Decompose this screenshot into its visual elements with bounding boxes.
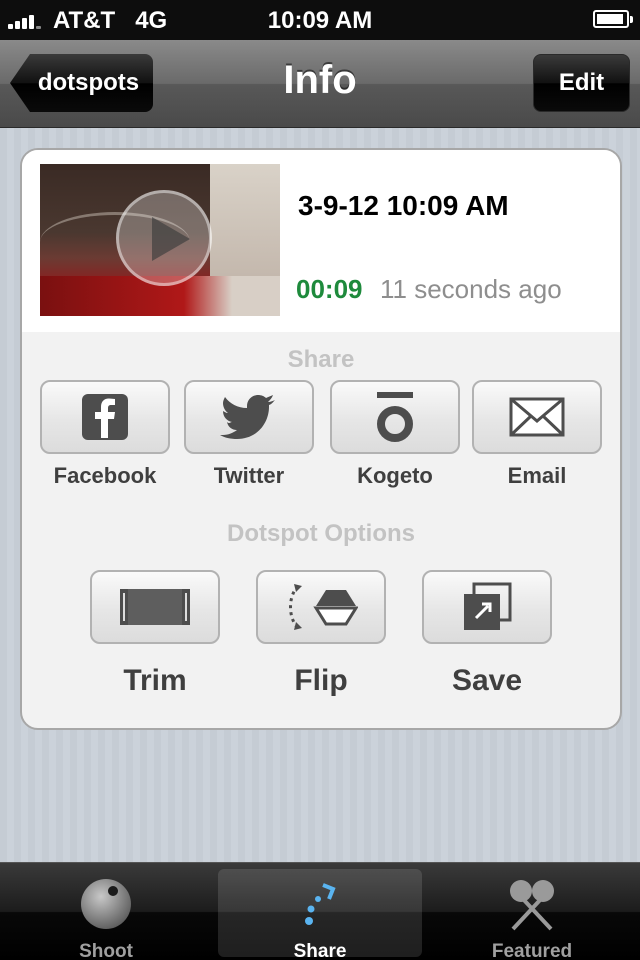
trim-label: Trim xyxy=(123,664,187,697)
shoot-camera-icon xyxy=(81,879,131,929)
twitter-button[interactable] xyxy=(184,380,314,454)
tab-bar: Shoot Share Featured xyxy=(0,862,640,960)
email-label: Email xyxy=(507,463,567,488)
save-button[interactable] xyxy=(422,570,552,644)
tab-shoot-label: Shoot xyxy=(79,941,133,960)
clip-relative-time: 11 seconds ago xyxy=(380,274,562,304)
play-icon[interactable] xyxy=(116,190,212,286)
tab-share[interactable]: Share xyxy=(218,869,422,960)
tab-featured-label: Featured xyxy=(491,941,573,960)
film-trim-icon xyxy=(120,589,190,625)
share-dots-icon xyxy=(305,883,336,925)
clip-summary: 3-9-12 10:09 AM 00:09 11 seconds ago xyxy=(22,150,620,332)
facebook-icon xyxy=(82,394,128,440)
flip-button[interactable] xyxy=(256,570,386,644)
facebook-label: Facebook xyxy=(53,463,157,488)
navigation-bar: dotspots Info Edit xyxy=(0,40,640,128)
video-thumbnail[interactable] xyxy=(40,164,280,316)
dotspot-options-label: Dotspot Options xyxy=(227,520,415,547)
clip-duration: 00:09 xyxy=(296,274,363,304)
info-card: 3-9-12 10:09 AM 00:09 11 seconds ago Sha… xyxy=(20,148,622,730)
tab-share-label: Share xyxy=(293,941,347,960)
twitter-bird-icon xyxy=(220,395,275,439)
status-bar: AT&T 4G 10:09 AM xyxy=(0,0,640,40)
flip-label: Flip xyxy=(294,664,348,697)
kogeto-icon xyxy=(377,392,413,442)
tab-featured[interactable]: Featured xyxy=(430,869,634,960)
tab-shoot[interactable]: Shoot xyxy=(4,869,208,960)
featured-crossed-icon xyxy=(510,880,554,931)
kogeto-button[interactable] xyxy=(330,380,460,454)
battery-icon xyxy=(593,10,633,28)
save-export-icon xyxy=(464,582,512,630)
edit-button[interactable]: Edit xyxy=(533,54,630,112)
clip-date: 3-9-12 10:09 AM xyxy=(298,190,509,221)
facebook-button[interactable] xyxy=(40,380,170,454)
save-label: Save xyxy=(451,664,523,697)
status-time: 10:09 AM xyxy=(267,7,373,34)
share-section-label: Share xyxy=(287,346,355,373)
flip-icon xyxy=(289,584,358,630)
envelope-icon xyxy=(509,397,565,437)
twitter-label: Twitter xyxy=(213,463,285,488)
kogeto-label: Kogeto xyxy=(357,463,433,488)
email-button[interactable] xyxy=(472,380,602,454)
trim-button[interactable] xyxy=(90,570,220,644)
